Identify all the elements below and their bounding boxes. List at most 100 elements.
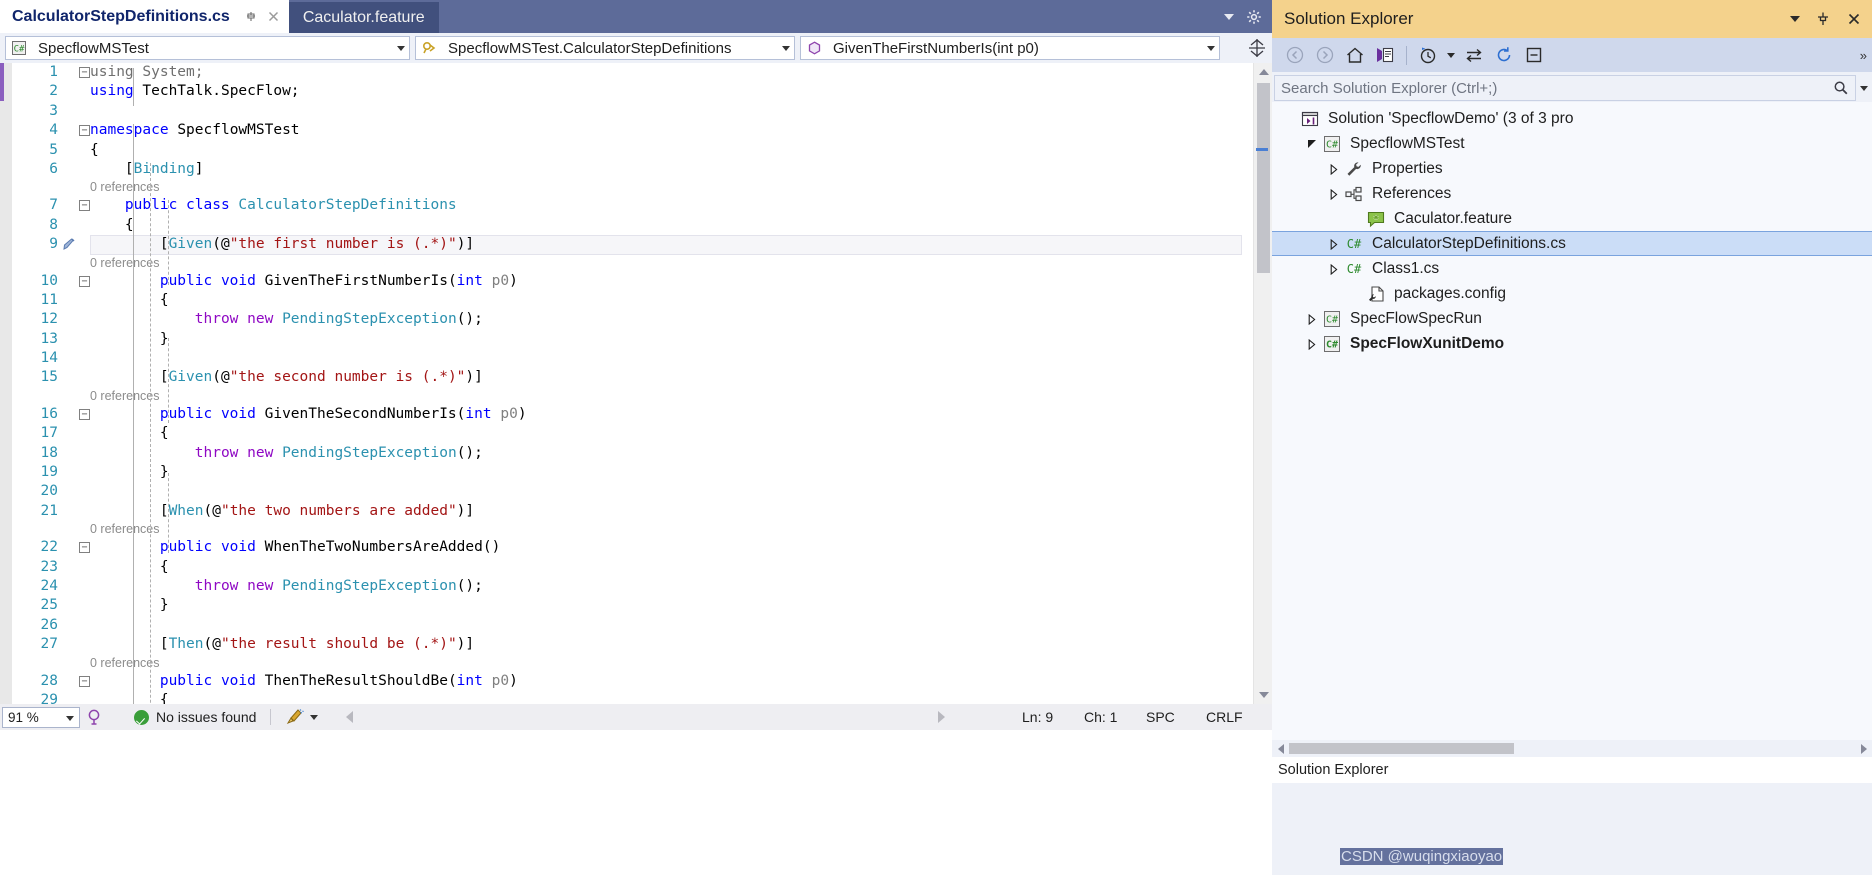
code-line[interactable]: 6 [Binding] [12, 160, 1272, 179]
code-line[interactable]: 3 [12, 102, 1272, 121]
codelens-references[interactable]: 0 references [12, 655, 1272, 672]
code-line[interactable]: 16 − public void GivenTheSecondNumberIs(i… [12, 405, 1272, 424]
chevron-right-icon[interactable] [1302, 313, 1322, 325]
toolbar-overflow-button[interactable]: » [1860, 48, 1867, 63]
code-line[interactable]: 25 } [12, 596, 1272, 615]
code-line[interactable]: 22 − public void WhenTheTwoNumbersAreAdde… [12, 538, 1272, 557]
fold-toggle[interactable]: − [79, 542, 90, 554]
scrollbar-track[interactable] [1289, 743, 1855, 754]
fold-toggle[interactable]: − [79, 275, 90, 287]
code-line[interactable]: 19 } [12, 463, 1272, 482]
navbar-type-dropdown[interactable]: SpecflowMSTest.CalculatorStepDefinitions [415, 36, 795, 60]
tree-item-calculatorstepdefinitions-cs[interactable]: C# CalculatorStepDefinitions.cs [1272, 231, 1872, 256]
split-window-button[interactable] [1242, 33, 1272, 63]
sync-with-active-document-button[interactable] [1370, 40, 1400, 70]
chevron-down-icon[interactable] [392, 45, 409, 51]
chevron-right-icon[interactable] [1324, 263, 1344, 275]
code-line[interactable]: 17 { [12, 424, 1272, 443]
search-icon[interactable] [1833, 80, 1849, 96]
chevron-down-icon[interactable] [777, 45, 794, 51]
issues-status[interactable]: No issues found [134, 709, 256, 725]
fold-toggle[interactable]: − [79, 200, 90, 212]
tree-item-caculator-feature[interactable]: Caculator.feature [1272, 206, 1872, 231]
code-line[interactable]: 28 − public void ThenTheResultShouldBe(in… [12, 672, 1272, 691]
code-line[interactable]: 12 throw new PendingStepException(); [12, 310, 1272, 329]
code-line[interactable]: 29 { [12, 691, 1272, 704]
chevron-right-icon[interactable] [1302, 338, 1322, 350]
navbar-member-dropdown[interactable]: GivenTheFirstNumberIs(int p0) [800, 36, 1220, 60]
code-line[interactable]: 27 [Then(@"the result should be (.*)")] [12, 635, 1272, 654]
code-line[interactable]: 11 { [12, 291, 1272, 310]
refresh-button[interactable] [1489, 40, 1519, 70]
code-line[interactable]: 9 [Given(@"the first number is (.*)")] [12, 235, 1272, 255]
scroll-right-arrow[interactable] [1855, 740, 1872, 757]
chevron-down-icon[interactable] [1790, 16, 1800, 22]
code-line[interactable]: 23 { [12, 558, 1272, 577]
chevron-right-icon[interactable] [1324, 163, 1344, 175]
navbar-project-dropdown[interactable]: C# SpecflowMSTest [5, 36, 410, 60]
chevron-right-icon[interactable] [1324, 238, 1344, 250]
code-line[interactable]: 21 [When(@"the two numbers are added")] [12, 502, 1272, 521]
search-options-dropdown[interactable] [1856, 85, 1872, 91]
code-line[interactable]: 7 − public class CalculatorStepDefinition… [12, 196, 1272, 215]
tree-item-properties[interactable]: Properties [1272, 156, 1872, 181]
tree-item-solution-specflowdemo-3-of-3-pro[interactable]: Solution 'SpecflowDemo' (3 of 3 pro [1272, 106, 1872, 131]
pin-icon[interactable] [1816, 11, 1830, 27]
code-line[interactable]: 15 [Given(@"the second number is (.*)")] [12, 368, 1272, 387]
solution-explorer-horizontal-scrollbar[interactable] [1272, 740, 1872, 757]
tree-item-class1-cs[interactable]: C# Class1.cs [1272, 256, 1872, 281]
code-line[interactable]: 20 [12, 482, 1272, 501]
codelens-references[interactable]: 0 references [12, 388, 1272, 405]
scroll-down-arrow[interactable] [1254, 686, 1273, 704]
code-line[interactable]: 10 − public void GivenTheFirstNumberIs(in… [12, 272, 1272, 291]
code-line[interactable]: 13 } [12, 330, 1272, 349]
home-button[interactable] [1340, 40, 1370, 70]
scrollbar-thumb[interactable] [1257, 83, 1270, 273]
code-line[interactable]: 5{ [12, 141, 1272, 160]
scroll-up-arrow[interactable] [1254, 63, 1273, 81]
collapse-all-button[interactable] [1519, 40, 1549, 70]
close-icon[interactable] [1846, 11, 1862, 27]
chevron-right-icon[interactable] [1324, 188, 1344, 200]
code-line[interactable]: 18 throw new PendingStepException(); [12, 444, 1272, 463]
search-input[interactable]: Search Solution Explorer (Ctrl+;) [1274, 75, 1856, 101]
code-line[interactable]: 4 − namespace SpecflowMSTest [12, 121, 1272, 140]
preview-selected-items-button[interactable] [1459, 40, 1489, 70]
scroll-left-arrow[interactable] [1272, 740, 1289, 757]
tree-item-specflowspecrun[interactable]: C# SpecFlowSpecRun [1272, 306, 1872, 331]
codelens-references[interactable]: 0 references [12, 521, 1272, 538]
solution-explorer-search[interactable]: Search Solution Explorer (Ctrl+;) [1272, 74, 1872, 102]
pin-icon[interactable] [244, 9, 259, 24]
scrollbar-thumb[interactable] [1289, 743, 1514, 754]
chevron-down-icon[interactable] [1202, 45, 1219, 51]
line-ending-label[interactable]: CRLF [1206, 709, 1258, 725]
editor-vertical-scrollbar[interactable] [1253, 63, 1273, 704]
code-line[interactable]: 1 − using System; [12, 63, 1272, 82]
tree-item-specflowxunitdemo[interactable]: C# SpecFlowXunitDemo [1272, 331, 1872, 356]
code-editor[interactable]: 1− using System; 2 using TechTalk.SpecFlow;… [0, 63, 1272, 704]
editor-tab-inactive[interactable]: Caculator.feature [288, 2, 439, 33]
code-line[interactable]: 14 [12, 349, 1272, 368]
intellicode-icon[interactable] [84, 707, 104, 727]
fold-toggle[interactable]: − [79, 675, 90, 687]
scroll-right-arrow[interactable] [938, 711, 946, 723]
chevron-down-icon[interactable] [66, 715, 74, 721]
code-line[interactable]: 2 using TechTalk.SpecFlow; [12, 82, 1272, 101]
chevron-down-icon[interactable] [1224, 13, 1234, 20]
pending-changes-button[interactable] [1413, 40, 1443, 70]
forward-button[interactable] [1310, 40, 1340, 70]
gear-icon[interactable] [1246, 9, 1262, 25]
fold-toggle[interactable]: − [79, 408, 90, 420]
tree-item-packages-config[interactable]: packages.config [1272, 281, 1872, 306]
code-line[interactable]: 24 throw new PendingStepException(); [12, 577, 1272, 596]
code-line[interactable]: 26 [12, 616, 1272, 635]
back-button[interactable] [1280, 40, 1310, 70]
close-icon[interactable] [266, 9, 281, 24]
fold-toggle[interactable]: − [79, 125, 90, 137]
codelens-references[interactable]: 0 references [12, 179, 1272, 196]
zoom-level-dropdown[interactable]: 91 % [2, 706, 80, 728]
editor-tab-active[interactable]: CalculatorStepDefinitions.cs [0, 0, 289, 33]
solution-tree[interactable]: Solution 'SpecflowDemo' (3 of 3 pro C# Spe… [1272, 102, 1872, 740]
code-line[interactable]: 8 { [12, 216, 1272, 235]
chevron-down-icon[interactable] [310, 714, 319, 720]
